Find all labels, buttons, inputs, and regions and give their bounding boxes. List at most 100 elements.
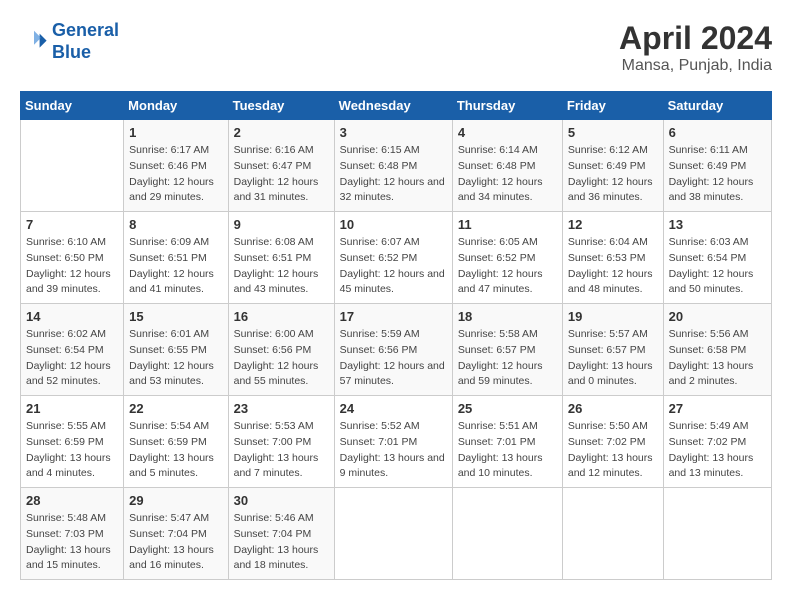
header-row: Sunday Monday Tuesday Wednesday Thursday… <box>21 92 772 120</box>
cell-week1-day2: 1Sunrise: 6:17 AMSunset: 6:46 PMDaylight… <box>124 120 228 212</box>
day-detail: Sunrise: 5:47 AMSunset: 7:04 PMDaylight:… <box>129 511 222 574</box>
day-detail: Sunrise: 5:54 AMSunset: 6:59 PMDaylight:… <box>129 419 222 482</box>
cell-week4-day7: 27Sunrise: 5:49 AMSunset: 7:02 PMDayligh… <box>663 396 771 488</box>
cell-week4-day4: 24Sunrise: 5:52 AMSunset: 7:01 PMDayligh… <box>334 396 452 488</box>
day-detail: Sunrise: 6:12 AMSunset: 6:49 PMDaylight:… <box>568 143 658 206</box>
calendar-title: April 2024 <box>619 20 772 57</box>
day-number: 13 <box>669 217 766 232</box>
day-detail: Sunrise: 5:56 AMSunset: 6:58 PMDaylight:… <box>669 327 766 390</box>
day-number: 14 <box>26 309 118 324</box>
cell-week5-day4 <box>334 488 452 580</box>
day-detail: Sunrise: 6:10 AMSunset: 6:50 PMDaylight:… <box>26 235 118 298</box>
day-detail: Sunrise: 5:48 AMSunset: 7:03 PMDaylight:… <box>26 511 118 574</box>
cell-week1-day3: 2 Sunrise: 6:16 AMSunset: 6:47 PMDaylight… <box>228 120 334 212</box>
day-number: 10 <box>340 217 447 232</box>
calendar-body: 1Sunrise: 6:17 AMSunset: 6:46 PMDaylight… <box>21 120 772 580</box>
day-number: 30 <box>234 493 329 508</box>
cell-week2-day3: 9Sunrise: 6:08 AMSunset: 6:51 PMDaylight… <box>228 212 334 304</box>
week-row-4: 21 Sunrise: 5:55 AMSunset: 6:59 PMDayligh… <box>21 396 772 488</box>
cell-week5-day7 <box>663 488 771 580</box>
cell-week3-day7: 20 Sunrise: 5:56 AMSunset: 6:58 PMDayligh… <box>663 304 771 396</box>
week-row-1: 1Sunrise: 6:17 AMSunset: 6:46 PMDaylight… <box>21 120 772 212</box>
cell-week3-day2: 15 Sunrise: 6:01 AMSunset: 6:55 PMDayligh… <box>124 304 228 396</box>
day-number: 15 <box>129 309 222 324</box>
header-sunday: Sunday <box>21 92 124 120</box>
week-row-5: 28 Sunrise: 5:48 AMSunset: 7:03 PMDayligh… <box>21 488 772 580</box>
day-number: 24 <box>340 401 447 416</box>
day-number: 25 <box>458 401 557 416</box>
logo-line1: General <box>52 20 119 40</box>
logo-line2: Blue <box>52 42 91 62</box>
day-detail: Sunrise: 5:50 AMSunset: 7:02 PMDaylight:… <box>568 419 658 482</box>
cell-week2-day1: 7Sunrise: 6:10 AMSunset: 6:50 PMDaylight… <box>21 212 124 304</box>
day-detail: Sunrise: 6:04 AMSunset: 6:53 PMDaylight:… <box>568 235 658 298</box>
day-number: 4 <box>458 125 557 140</box>
cell-week4-day1: 21 Sunrise: 5:55 AMSunset: 6:59 PMDayligh… <box>21 396 124 488</box>
cell-week1-day5: 4 Sunrise: 6:14 AMSunset: 6:48 PMDaylight… <box>452 120 562 212</box>
cell-week2-day2: 8Sunrise: 6:09 AMSunset: 6:51 PMDaylight… <box>124 212 228 304</box>
logo-icon <box>20 28 48 56</box>
cell-week2-day5: 11 Sunrise: 6:05 AMSunset: 6:52 PMDayligh… <box>452 212 562 304</box>
day-detail: Sunrise: 6:01 AMSunset: 6:55 PMDaylight:… <box>129 327 222 390</box>
cell-week2-day6: 12 Sunrise: 6:04 AMSunset: 6:53 PMDayligh… <box>562 212 663 304</box>
cell-week5-day2: 29Sunrise: 5:47 AMSunset: 7:04 PMDayligh… <box>124 488 228 580</box>
cell-week5-day3: 30 Sunrise: 5:46 AMSunset: 7:04 PMDayligh… <box>228 488 334 580</box>
cell-week3-day6: 19 Sunrise: 5:57 AMSunset: 6:57 PMDayligh… <box>562 304 663 396</box>
day-number: 17 <box>340 309 447 324</box>
day-number: 22 <box>129 401 222 416</box>
day-number: 16 <box>234 309 329 324</box>
page-header: General Blue April 2024 Mansa, Punjab, I… <box>20 20 772 75</box>
day-detail: Sunrise: 5:51 AMSunset: 7:01 PMDaylight:… <box>458 419 557 482</box>
logo-text: General Blue <box>52 20 119 63</box>
day-number: 28 <box>26 493 118 508</box>
cell-week3-day3: 16Sunrise: 6:00 AMSunset: 6:56 PMDayligh… <box>228 304 334 396</box>
day-detail: Sunrise: 5:46 AMSunset: 7:04 PMDaylight:… <box>234 511 329 574</box>
cell-week4-day2: 22 Sunrise: 5:54 AMSunset: 6:59 PMDayligh… <box>124 396 228 488</box>
day-detail: Sunrise: 5:58 AMSunset: 6:57 PMDaylight:… <box>458 327 557 390</box>
day-detail: Sunrise: 6:16 AMSunset: 6:47 PMDaylight:… <box>234 143 329 206</box>
day-detail: Sunrise: 5:49 AMSunset: 7:02 PMDaylight:… <box>669 419 766 482</box>
day-detail: Sunrise: 5:57 AMSunset: 6:57 PMDaylight:… <box>568 327 658 390</box>
day-number: 3 <box>340 125 447 140</box>
header-tuesday: Tuesday <box>228 92 334 120</box>
day-number: 5 <box>568 125 658 140</box>
calendar-subtitle: Mansa, Punjab, India <box>619 57 772 75</box>
cell-week1-day4: 3Sunrise: 6:15 AMSunset: 6:48 PMDaylight… <box>334 120 452 212</box>
cell-week2-day4: 10 Sunrise: 6:07 AMSunset: 6:52 PMDayligh… <box>334 212 452 304</box>
day-number: 8 <box>129 217 222 232</box>
day-detail: Sunrise: 5:53 AMSunset: 7:00 PMDaylight:… <box>234 419 329 482</box>
header-saturday: Saturday <box>663 92 771 120</box>
cell-week4-day3: 23Sunrise: 5:53 AMSunset: 7:00 PMDayligh… <box>228 396 334 488</box>
title-block: April 2024 Mansa, Punjab, India <box>619 20 772 75</box>
header-friday: Friday <box>562 92 663 120</box>
day-detail: Sunrise: 5:55 AMSunset: 6:59 PMDaylight:… <box>26 419 118 482</box>
cell-week4-day6: 26Sunrise: 5:50 AMSunset: 7:02 PMDayligh… <box>562 396 663 488</box>
day-detail: Sunrise: 6:14 AMSunset: 6:48 PMDaylight:… <box>458 143 557 206</box>
day-number: 19 <box>568 309 658 324</box>
day-number: 12 <box>568 217 658 232</box>
day-number: 2 <box>234 125 329 140</box>
day-detail: Sunrise: 6:08 AMSunset: 6:51 PMDaylight:… <box>234 235 329 298</box>
calendar-header: Sunday Monday Tuesday Wednesday Thursday… <box>21 92 772 120</box>
header-monday: Monday <box>124 92 228 120</box>
cell-week2-day7: 13Sunrise: 6:03 AMSunset: 6:54 PMDayligh… <box>663 212 771 304</box>
cell-week3-day4: 17 Sunrise: 5:59 AMSunset: 6:56 PMDayligh… <box>334 304 452 396</box>
day-number: 11 <box>458 217 557 232</box>
day-number: 21 <box>26 401 118 416</box>
calendar-table: Sunday Monday Tuesday Wednesday Thursday… <box>20 91 772 580</box>
day-detail: Sunrise: 5:59 AMSunset: 6:56 PMDaylight:… <box>340 327 447 390</box>
week-row-2: 7Sunrise: 6:10 AMSunset: 6:50 PMDaylight… <box>21 212 772 304</box>
week-row-3: 14 Sunrise: 6:02 AMSunset: 6:54 PMDayligh… <box>21 304 772 396</box>
cell-week3-day1: 14 Sunrise: 6:02 AMSunset: 6:54 PMDayligh… <box>21 304 124 396</box>
logo: General Blue <box>20 20 119 63</box>
cell-week4-day5: 25 Sunrise: 5:51 AMSunset: 7:01 PMDayligh… <box>452 396 562 488</box>
day-number: 20 <box>669 309 766 324</box>
day-detail: Sunrise: 6:02 AMSunset: 6:54 PMDaylight:… <box>26 327 118 390</box>
cell-week1-day1 <box>21 120 124 212</box>
cell-week5-day6 <box>562 488 663 580</box>
day-detail: Sunrise: 6:07 AMSunset: 6:52 PMDaylight:… <box>340 235 447 298</box>
day-detail: Sunrise: 6:17 AMSunset: 6:46 PMDaylight:… <box>129 143 222 206</box>
cell-week1-day6: 5 Sunrise: 6:12 AMSunset: 6:49 PMDaylight… <box>562 120 663 212</box>
day-detail: Sunrise: 6:05 AMSunset: 6:52 PMDaylight:… <box>458 235 557 298</box>
cell-week5-day1: 28 Sunrise: 5:48 AMSunset: 7:03 PMDayligh… <box>21 488 124 580</box>
